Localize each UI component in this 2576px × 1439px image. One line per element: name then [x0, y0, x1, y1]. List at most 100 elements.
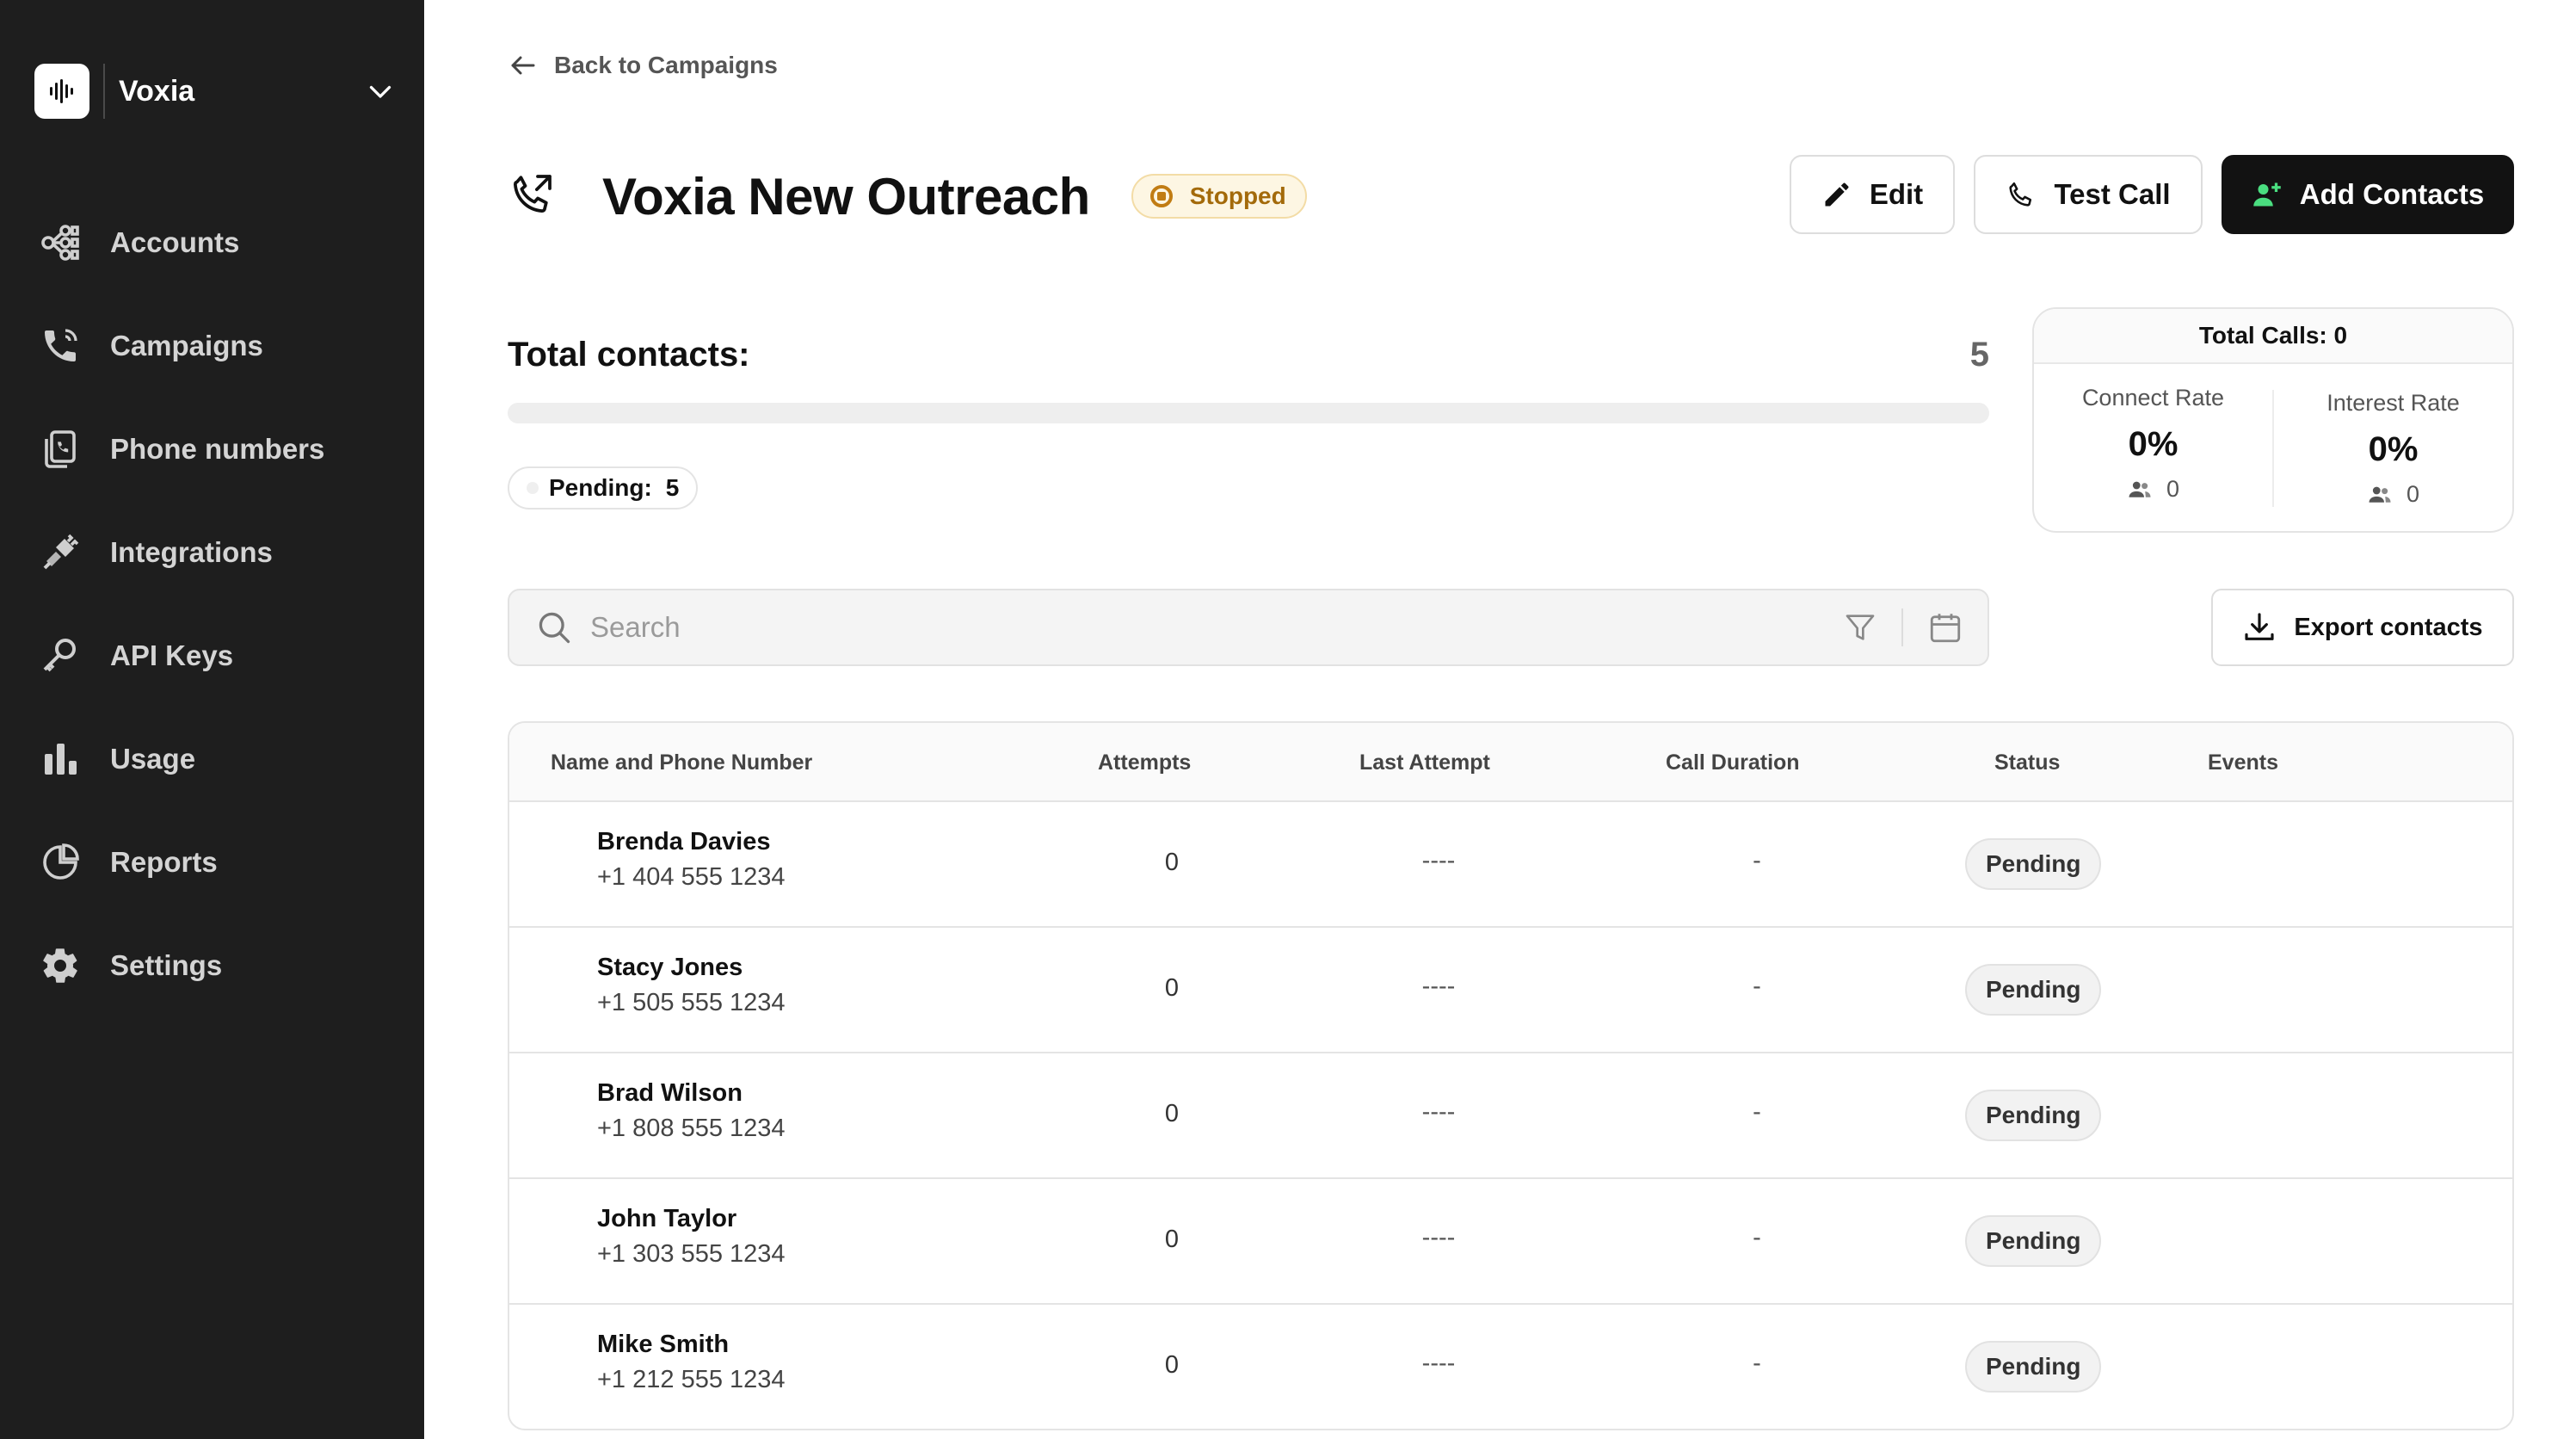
contact-cell: Stacy Jones +1 505 555 1234	[597, 954, 786, 1017]
workspace-switcher[interactable]: Voxia	[34, 64, 396, 119]
export-contacts-button[interactable]: Export contacts	[2211, 589, 2514, 666]
voxia-logo-icon	[34, 64, 89, 119]
chevron-down-icon[interactable]	[365, 76, 396, 107]
sidebar-item-api-keys[interactable]: API Keys	[38, 604, 399, 707]
bar-chart-icon	[38, 737, 83, 781]
table-row[interactable]: Brenda Davies +1 404 555 1234 0 ---- - P…	[509, 802, 2512, 928]
contacts-table: Name and Phone Number Attempts Last Atte…	[508, 721, 2514, 1430]
column-name[interactable]: Name and Phone Number	[551, 750, 812, 775]
edit-button[interactable]: Edit	[1790, 155, 1955, 234]
plug-icon	[38, 530, 83, 575]
column-events[interactable]: Events	[2208, 750, 2278, 775]
call-duration-cell: -	[1753, 1224, 1761, 1251]
column-last-attempt[interactable]: Last Attempt	[1359, 750, 1490, 775]
contacts-progress-bar	[508, 403, 1989, 423]
interest-rate-value: 0%	[2368, 430, 2419, 468]
column-call-duration[interactable]: Call Duration	[1666, 750, 1800, 775]
sidebar-item-phone-numbers[interactable]: Phone numbers	[38, 398, 399, 501]
status-badge: Stopped	[1131, 174, 1307, 219]
sidebar-item-settings[interactable]: Settings	[38, 914, 399, 1017]
sidebar-item-reports[interactable]: Reports	[38, 811, 399, 914]
search-divider	[1901, 608, 1903, 646]
table-row[interactable]: John Taylor +1 303 555 1234 0 ---- - Pen…	[509, 1179, 2512, 1305]
phone-icon	[2009, 182, 2032, 207]
export-contacts-label: Export contacts	[2294, 613, 2483, 641]
call-duration-cell: -	[1753, 973, 1761, 1000]
filter-icon[interactable]	[1843, 610, 1877, 645]
pending-label: Pending:	[549, 474, 652, 501]
back-to-campaigns-link[interactable]: Back to Campaigns	[508, 50, 778, 81]
table-row[interactable]: Brad Wilson +1 808 555 1234 0 ---- - Pen…	[509, 1053, 2512, 1179]
search-bar	[508, 589, 1989, 666]
last-attempt-cell: ----	[1421, 973, 1456, 1000]
attempts-cell: 0	[1164, 1351, 1180, 1379]
test-call-button-label: Test Call	[2054, 178, 2171, 210]
contact-phone: +1 212 555 1234	[597, 1366, 786, 1393]
users-icon	[2129, 481, 2151, 497]
pending-count-chip[interactable]: Pending: 5	[508, 466, 699, 510]
last-attempt-cell: ----	[1421, 847, 1456, 874]
sidebar: Voxia Accounts Campaigns Phone numbers I…	[0, 0, 424, 1439]
phone-icon	[38, 324, 83, 368]
connect-rate-label: Connect Rate	[2081, 385, 2225, 411]
last-attempt-cell: ----	[1421, 1098, 1456, 1126]
sidebar-item-usage[interactable]: Usage	[38, 707, 399, 811]
sidebar-item-label: Reports	[110, 846, 218, 878]
total-calls-card: Total Calls: 0 Connect Rate 0% 0 Interes…	[2032, 307, 2514, 533]
user-plus-icon	[2253, 182, 2281, 207]
test-call-button[interactable]: Test Call	[1974, 155, 2203, 234]
sidebar-item-campaigns[interactable]: Campaigns	[38, 294, 399, 398]
contact-name: Mike Smith	[597, 1331, 730, 1358]
phone-numbers-icon	[38, 427, 83, 472]
sidebar-item-accounts[interactable]: Accounts	[38, 191, 399, 294]
search-input[interactable]	[590, 593, 1843, 662]
sidebar-item-label: Settings	[110, 949, 223, 981]
contact-cell: Mike Smith +1 212 555 1234	[597, 1331, 786, 1394]
add-contacts-button[interactable]: Add Contacts	[2222, 155, 2514, 234]
contact-phone: +1 404 555 1234	[597, 863, 786, 891]
key-icon	[38, 633, 83, 678]
stop-icon	[1149, 185, 1173, 207]
attempts-cell: 0	[1164, 849, 1180, 876]
total-contacts-label: Total contacts:	[508, 336, 750, 374]
call-duration-cell: -	[1753, 847, 1761, 874]
pencil-icon	[1825, 182, 1849, 207]
call-duration-cell: -	[1753, 1098, 1761, 1126]
add-contacts-button-label: Add Contacts	[2299, 178, 2485, 210]
contact-phone: +1 303 555 1234	[597, 1240, 786, 1268]
column-status[interactable]: Status	[1994, 750, 2060, 775]
search-icon	[539, 612, 570, 644]
connect-rate-value: 0%	[2128, 425, 2179, 463]
sidebar-item-label: API Keys	[110, 639, 234, 671]
sidebar-item-label: Usage	[110, 743, 196, 775]
calendar-icon[interactable]	[1927, 609, 1963, 645]
phone-outgoing-icon	[508, 170, 556, 223]
workspace-name: Voxia	[119, 74, 195, 108]
contact-name: John Taylor	[597, 1205, 737, 1232]
sidebar-item-integrations[interactable]: Integrations	[38, 501, 399, 604]
attempts-cell: 0	[1164, 1100, 1180, 1127]
column-attempts[interactable]: Attempts	[1098, 750, 1191, 775]
contact-cell: Brenda Davies +1 404 555 1234	[597, 828, 786, 892]
pending-dot-icon	[527, 482, 539, 494]
interest-rate-label: Interest Rate	[2326, 390, 2460, 416]
status-badge: Pending	[1965, 1090, 2102, 1141]
connect-rate-count: 0	[2166, 476, 2180, 502]
attempts-cell: 0	[1164, 1226, 1180, 1253]
back-label: Back to Campaigns	[554, 52, 778, 78]
contact-name: Brad Wilson	[597, 1079, 743, 1107]
attempts-cell: 0	[1164, 974, 1180, 1002]
total-calls-title: Total Calls: 0	[2034, 309, 2512, 364]
edit-button-label: Edit	[1869, 178, 1924, 210]
contact-cell: John Taylor +1 303 555 1234	[597, 1205, 786, 1269]
contact-cell: Brad Wilson +1 808 555 1234	[597, 1079, 786, 1143]
table-row[interactable]: Stacy Jones +1 505 555 1234 0 ---- - Pen…	[509, 928, 2512, 1053]
contact-phone: +1 505 555 1234	[597, 989, 786, 1016]
sidebar-item-label: Integrations	[110, 536, 273, 568]
sidebar-item-label: Phone numbers	[110, 433, 325, 465]
table-header: Name and Phone Number Attempts Last Atte…	[509, 723, 2512, 802]
accounts-icon	[38, 220, 83, 265]
table-row[interactable]: Mike Smith +1 212 555 1234 0 ---- - Pend…	[509, 1305, 2512, 1429]
brand-divider	[103, 64, 105, 119]
pie-chart-icon	[38, 840, 83, 885]
